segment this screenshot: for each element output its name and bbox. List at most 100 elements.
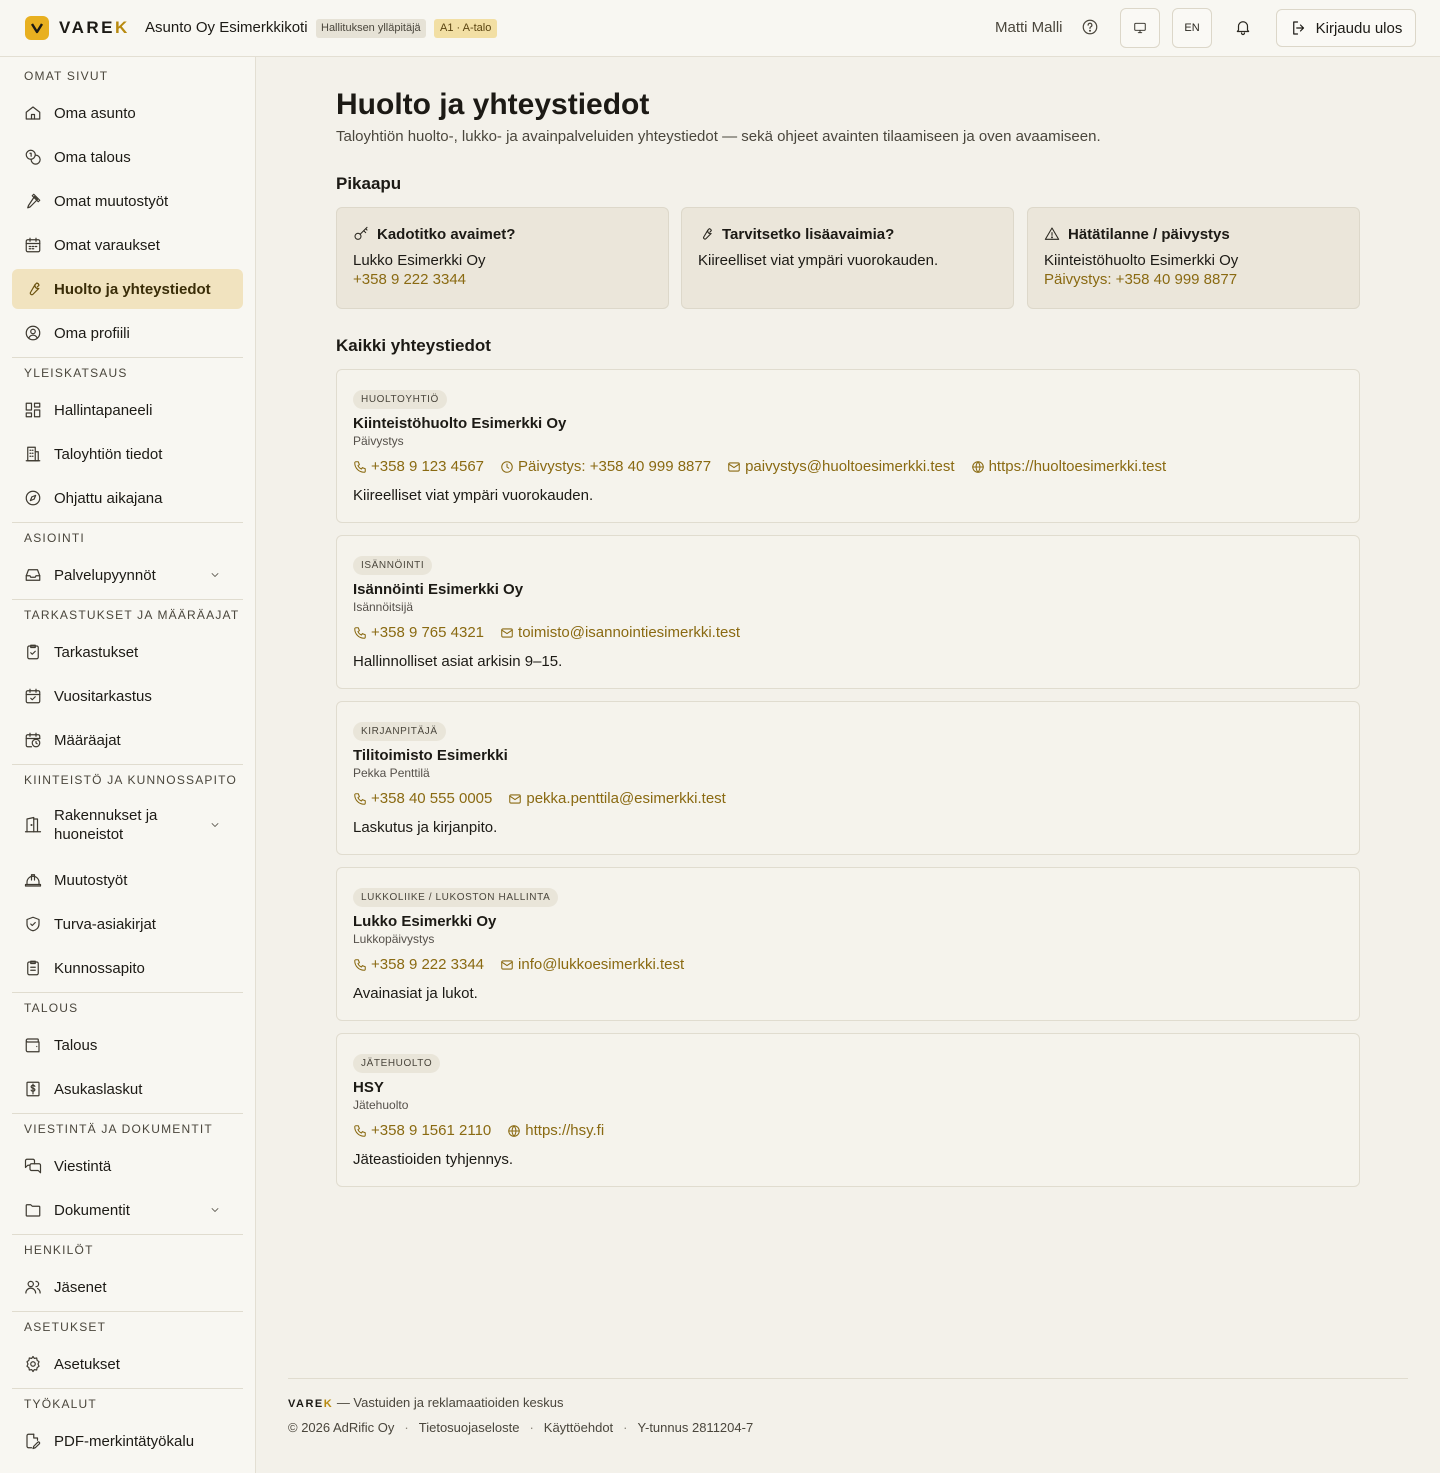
- contact-note: Hallinnolliset asiat arkisin 9–15.: [353, 653, 563, 670]
- sidebar-item-omat-varaukset[interactable]: Omat varaukset: [12, 225, 243, 265]
- sidebar-item-omat-muutostyot[interactable]: Omat muutostyöt: [12, 181, 243, 221]
- sidebar-item-jasenet[interactable]: Jäsenet: [12, 1267, 243, 1307]
- privacy-link[interactable]: Tietosuojaseloste: [419, 1420, 520, 1435]
- email-link[interactable]: toimisto@isannointiesimerkki.test: [500, 624, 740, 641]
- sidebar-item-muutostyot[interactable]: Muutostyöt: [12, 860, 243, 900]
- contact-note: Laskutus ja kirjanpito.: [353, 819, 498, 836]
- gear-icon: [26, 1355, 40, 1373]
- sidebar-item-pdf-merkintatyokalu[interactable]: PDF-merkintätyökalu: [12, 1421, 243, 1461]
- phone-icon: [354, 1124, 366, 1137]
- sidebar-item-rakennukset-ja-huoneistot[interactable]: Rakennukset ja huoneistot: [12, 797, 243, 853]
- quick-title: Tarvitsetko lisäavaimia?: [722, 225, 895, 243]
- contact-card: JÄTEHUOLTO HSY Jätehuolto +358 9 1561 21…: [336, 1033, 1360, 1187]
- sidebar-item-viestinta[interactable]: Viestintä: [12, 1146, 243, 1186]
- contact-note: Avainasiat ja lukot.: [353, 985, 478, 1002]
- contact-role: Jätehuolto: [353, 1098, 409, 1112]
- contact-name: Isännöinti Esimerkki Oy: [353, 581, 524, 598]
- sidebar-item-taloyhtion-tiedot[interactable]: Taloyhtiön tiedot: [12, 434, 243, 474]
- bell-icon[interactable]: [1234, 18, 1252, 36]
- coins-icon: [25, 149, 41, 165]
- top-bar: VAREK Asunto Oy Esimerkkikoti Hallitukse…: [0, 0, 1440, 57]
- sidebar-item-huolto-ja-yhteystiedot[interactable]: Huolto ja yhteystiedot: [12, 269, 243, 309]
- mail-icon: [501, 627, 513, 638]
- sidebar-item-oma-asunto[interactable]: Oma asunto: [12, 93, 243, 133]
- display-mode-button[interactable]: [1120, 8, 1160, 48]
- sidebar-item-oma-talous[interactable]: Oma talous: [12, 137, 243, 177]
- language-button[interactable]: EN: [1172, 8, 1212, 48]
- clipboard-check-icon: [27, 644, 39, 660]
- phone-icon: [354, 460, 366, 473]
- website-link[interactable]: https://huoltoesimerkki.test: [971, 458, 1166, 475]
- category-badge: LUKKOLIIKE / LUKOSTON HALLINTA: [353, 888, 559, 907]
- help-icon[interactable]: [1081, 18, 1099, 36]
- contact-card: KIRJANPITÄJÄ Tilitoimisto Esimerkki Pekk…: [336, 701, 1360, 855]
- phone-link[interactable]: +358 9 222 3344: [353, 956, 484, 973]
- sidebar-item-vuositarkastus[interactable]: Vuositarkastus: [12, 676, 243, 716]
- globe-icon: [971, 460, 984, 473]
- divider: [12, 1234, 243, 1235]
- chevron-down-icon[interactable]: [209, 569, 221, 581]
- quick-duty-phone-link[interactable]: Päivystys: +358 40 999 8877: [1044, 271, 1343, 288]
- website-link[interactable]: https://hsy.fi: [507, 1122, 604, 1139]
- sidebar-item-kunnossapito[interactable]: Kunnossapito: [12, 948, 243, 988]
- sidebar-item-dokumentit[interactable]: Dokumentit: [12, 1190, 243, 1230]
- contact-name: HSY: [353, 1079, 384, 1096]
- phone-link[interactable]: +358 9 123 4567: [353, 458, 484, 475]
- sidebar-item-hallintapaneeli[interactable]: Hallintapaneeli: [12, 390, 243, 430]
- divider: [12, 599, 243, 600]
- quick-phone-link[interactable]: +358 9 222 3344: [353, 271, 652, 288]
- user-circle-icon: [25, 325, 41, 341]
- chevron-down-icon[interactable]: [209, 819, 221, 831]
- unit-badge: A1 · A-talo: [434, 19, 498, 38]
- contact-card: ISÄNNÖINTI Isännöinti Esimerkki Oy Isänn…: [336, 535, 1360, 689]
- terms-link[interactable]: Käyttöehdot: [544, 1420, 613, 1435]
- globe-icon: [508, 1124, 521, 1137]
- logo-v-icon: [25, 16, 49, 40]
- sidebar-item-asukaslaskut[interactable]: Asukaslaskut: [12, 1069, 243, 1109]
- contact-role: Isännöitsijä: [353, 600, 414, 614]
- chevron-down-icon[interactable]: [209, 1204, 221, 1216]
- logout-button[interactable]: Kirjaudu ulos: [1276, 9, 1416, 47]
- category-badge: KIRJANPITÄJÄ: [353, 722, 446, 741]
- logo[interactable]: VAREK: [25, 16, 130, 40]
- contact-card: HUOLTOYHTIÖ Kiinteistöhuolto Esimerkki O…: [336, 369, 1360, 523]
- footer-divider: [288, 1378, 1408, 1379]
- sidebar-item-maaraajat[interactable]: Määräajat: [12, 720, 243, 760]
- section-title-kiinteisto: KIINTEISTÖ JA KUNNOSSAPITO: [24, 773, 238, 787]
- clock-icon: [501, 460, 513, 473]
- mail-icon: [728, 461, 740, 472]
- email-link[interactable]: pekka.penttila@esimerkki.test: [508, 790, 726, 807]
- monitor-icon: [1134, 22, 1146, 34]
- hammer-icon: [27, 193, 41, 209]
- phone-link[interactable]: +358 9 1561 2110: [353, 1122, 491, 1139]
- sidebar-item-turva-asiakirjat[interactable]: Turva-asiakirjat: [12, 904, 243, 944]
- section-title-viestinta: VIESTINTÄ JA DOKUMENTIT: [24, 1122, 213, 1136]
- section-title-asiointi: ASIOINTI: [24, 531, 85, 545]
- section-title-asetukset: ASETUKSET: [24, 1320, 107, 1334]
- sidebar-item-oma-profiili[interactable]: Oma profiili: [12, 313, 243, 353]
- file-pen-icon: [26, 1433, 41, 1450]
- duty-phone-link[interactable]: Päivystys: +358 40 999 8877: [500, 458, 711, 475]
- phone-link[interactable]: +358 9 765 4321: [353, 624, 484, 641]
- footer-tagline: — Vastuiden ja reklamaatioiden keskus: [333, 1395, 564, 1410]
- quick-description: Kiireelliset viat ympäri vuorokauden.: [698, 252, 939, 269]
- user-name[interactable]: Matti Malli: [995, 19, 1063, 36]
- email-link[interactable]: info@lukkoesimerkki.test: [500, 956, 684, 973]
- sidebar-item-talous[interactable]: Talous: [12, 1025, 243, 1065]
- separator: ·: [529, 1420, 534, 1435]
- category-badge: ISÄNNÖINTI: [353, 556, 433, 575]
- email-link[interactable]: paivystys@huoltoesimerkki.test: [727, 458, 955, 475]
- sidebar-item-ohjattu-aikajana[interactable]: Ohjattu aikajana: [12, 478, 243, 518]
- phone-link[interactable]: +358 40 555 0005: [353, 790, 492, 807]
- business-id: Y-tunnus 2811204-7: [637, 1420, 754, 1435]
- quick-company: Kiinteistöhuolto Esimerkki Oy: [1044, 252, 1239, 269]
- section-title-yleiskatsaus: YLEISKATSAUS: [24, 366, 128, 380]
- sidebar-item-palvelupyynnot[interactable]: Palvelupyynnöt: [12, 555, 243, 595]
- logout-label: Kirjaudu ulos: [1315, 19, 1403, 37]
- separator: ·: [404, 1420, 409, 1435]
- users-icon: [25, 1280, 41, 1294]
- sidebar-item-asetukset[interactable]: Asetukset: [12, 1344, 243, 1384]
- sidebar-item-tarkastukset[interactable]: Tarkastukset: [12, 632, 243, 672]
- contact-name: Tilitoimisto Esimerkki: [353, 747, 508, 764]
- folder-icon: [25, 1204, 41, 1217]
